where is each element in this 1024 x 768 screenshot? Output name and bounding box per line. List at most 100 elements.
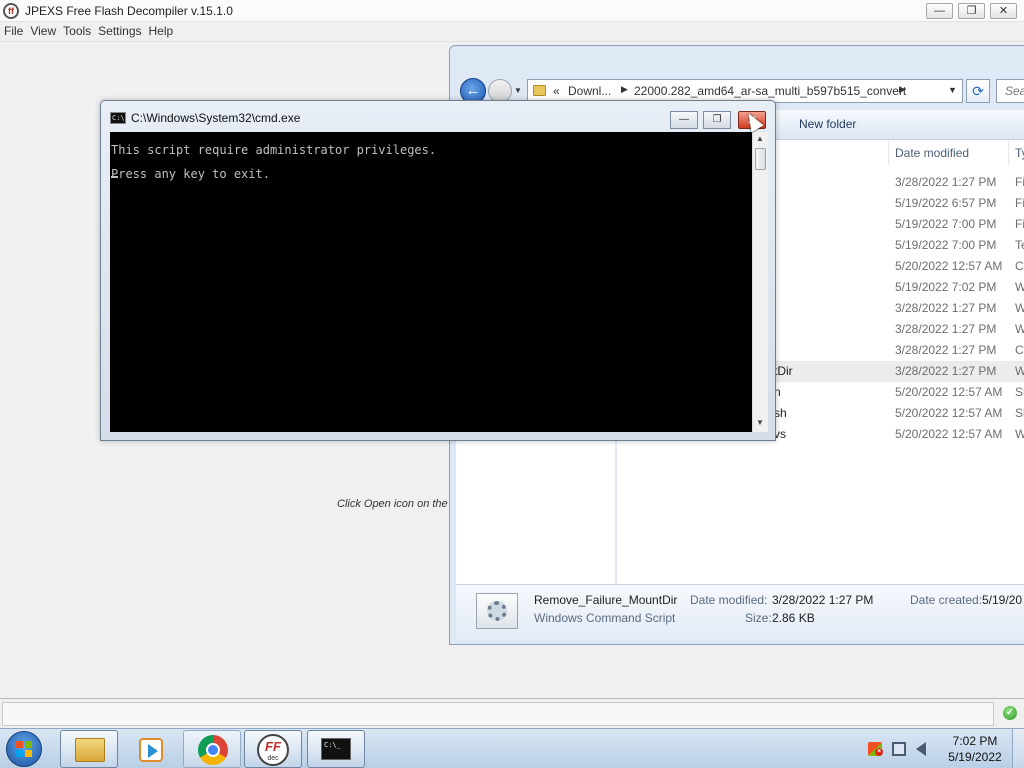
file-date: 5/19/2022 7:00 PM [895,217,997,231]
file-type: Sh [1015,406,1024,420]
cmd-window[interactable]: C:\ C:\Windows\System32\cmd.exe — ❐ ✕ Th… [100,100,776,441]
file-type: W [1015,301,1024,315]
vertical-scrollbar[interactable]: ▲ ▼ [752,132,768,432]
file-type: W [1015,364,1024,378]
column-header-type[interactable]: Ty [1015,146,1024,160]
chevron-right-icon[interactable]: ▶ [899,84,906,95]
address-segment-folder[interactable]: 22000.282_amd64_ar-sa_multi_b597b515_con… [634,84,906,98]
file-date: 5/20/2022 12:57 AM [895,406,1003,420]
app-title-bar[interactable]: ff JPEXS Free Flash Decompiler v.15.1.0 … [0,0,1024,22]
details-created-value: 5/19/20 [982,593,1023,607]
ffdec-icon: FF dec [257,734,289,766]
file-type: Fi [1015,196,1024,210]
file-date: 5/20/2022 12:57 AM [895,259,1003,273]
file-type: W [1015,427,1024,441]
chevron-down-icon[interactable]: ▼ [948,85,957,95]
cmd-restore-button[interactable]: ❐ [703,111,731,129]
menu-tools[interactable]: Tools [59,22,94,41]
ffdec-icon-text: FF [265,739,281,754]
folder-icon [533,85,546,96]
media-player-icon [139,738,163,762]
action-center-flag-icon[interactable]: × [868,742,883,756]
chrome-icon [198,735,228,765]
ffdec-app-icon: ff [3,3,19,19]
file-date: 5/20/2022 12:57 AM [895,427,1003,441]
address-overflow-chevrons[interactable]: « [553,84,560,98]
taskbar-cmd-button[interactable]: C:\_ [307,730,365,768]
app-restore-button[interactable]: ❐ [958,3,985,19]
clock-time[interactable]: 7:02 PM [950,734,1000,748]
file-type: Fi [1015,217,1024,231]
windows-logo-icon [16,741,32,757]
file-type: W [1015,322,1024,336]
recent-pages-dropdown-icon[interactable]: ▼ [514,86,522,95]
file-type: Te [1015,238,1024,252]
error-badge-icon: × [875,748,883,756]
scroll-up-arrow-icon[interactable]: ▲ [756,134,764,143]
details-modified-value: 3/28/2022 1:27 PM [772,593,874,607]
app-menu-bar: File View Tools Settings Help [0,22,1024,42]
file-type: Sh [1015,385,1024,399]
app-window-title: JPEXS Free Flash Decompiler v.15.1.0 [25,4,233,18]
file-name: tDir [774,364,793,378]
column-divider[interactable] [1008,141,1009,165]
refresh-button[interactable]: ⟳ [966,79,990,103]
scrollbar-thumb[interactable] [755,148,766,170]
script-file-icon [476,593,518,629]
console-output[interactable]: This script require administrator privil… [110,132,752,432]
file-date: 3/28/2022 1:27 PM [895,343,997,357]
status-text-field [2,702,994,726]
system-tray: × 7:02 PM 5/19/2022 [860,729,1020,768]
menu-file[interactable]: File [0,22,26,41]
volume-icon[interactable] [916,742,926,756]
taskbar: FF dec C:\_ × 7:02 PM 5/19/2022 [0,728,1024,768]
file-type: Fi [1015,175,1024,189]
menu-help[interactable]: Help [145,22,177,41]
details-modified-label: Date modified: [690,593,768,607]
network-icon[interactable] [892,742,906,756]
file-date: 5/19/2022 6:57 PM [895,196,997,210]
app-close-button[interactable]: ✕ [990,3,1017,19]
app-status-bar: ✓ [0,698,1024,728]
check-circle-icon: ✓ [1003,706,1017,720]
file-type: C [1015,259,1024,273]
details-file-type: Windows Command Script [534,611,676,625]
search-input[interactable]: Sea [996,79,1024,103]
cmd-icon: C:\ [110,112,126,124]
gear-icon [487,601,507,621]
column-divider[interactable] [888,141,889,165]
menu-view[interactable]: View [26,22,59,41]
file-date: 5/19/2022 7:00 PM [895,238,997,252]
taskbar-ffdec-button[interactable]: FF dec [244,730,302,768]
app-minimize-button[interactable]: — [926,3,953,19]
file-date: 3/28/2022 1:27 PM [895,301,997,315]
open-file-hint: Click Open icon on the t [337,498,454,510]
column-header-date-modified[interactable]: Date modified [895,146,969,160]
start-button[interactable] [6,731,42,767]
details-size-label: Size: [745,611,772,625]
cmd-minimize-button[interactable]: — [670,111,698,129]
file-date: 3/28/2022 1:27 PM [895,322,997,336]
taskbar-chrome-button[interactable] [183,730,241,768]
file-type: W [1015,280,1024,294]
show-desktop-button[interactable] [1012,729,1024,768]
file-date: 5/20/2022 12:57 AM [895,385,1003,399]
chrome-center-icon [206,743,220,757]
folder-icon [75,738,105,762]
taskbar-explorer-button[interactable] [60,730,118,768]
details-size-value: 2.86 KB [772,611,815,625]
scroll-down-arrow-icon[interactable]: ▼ [756,418,764,427]
cmd-icon: C:\_ [321,738,351,760]
console-line: Press any key to exit. [111,167,270,181]
file-date: 3/28/2022 1:27 PM [895,175,997,189]
ffdec-icon-subtext: dec [267,755,279,762]
new-folder-button[interactable]: New folder [799,117,856,131]
address-segment-downloads[interactable]: Downl... [568,84,611,98]
menu-settings[interactable]: Settings [94,22,144,41]
cmd-window-title: C:\Windows\System32\cmd.exe [131,111,301,125]
chevron-right-icon[interactable]: ▶ [621,84,628,95]
clock-date[interactable]: 5/19/2022 [944,750,1006,764]
taskbar-media-player-button[interactable] [121,730,179,768]
play-icon [148,744,158,758]
file-date: 3/28/2022 1:27 PM [895,364,997,378]
